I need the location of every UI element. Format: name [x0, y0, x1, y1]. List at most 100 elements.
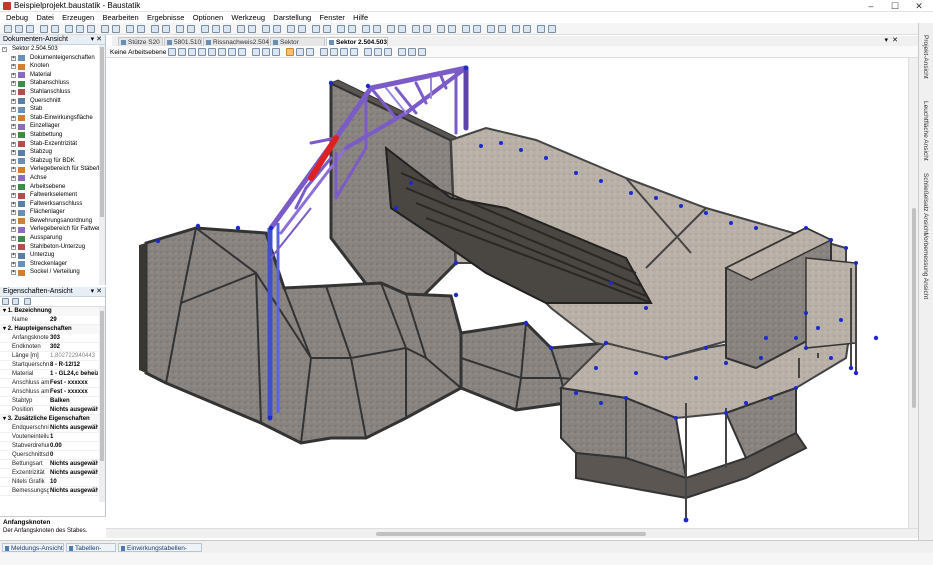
hinge-tool-icon[interactable] [462, 25, 470, 33]
tree-item[interactable]: + Stabzug für BDK [0, 157, 105, 166]
view-cube-icon[interactable] [122, 68, 152, 98]
tree-item[interactable]: + Faltwerkselement [0, 191, 105, 200]
expand-icon[interactable]: + [11, 270, 16, 276]
property-value[interactable]: 0 [50, 451, 98, 459]
property-row[interactable]: Anschluss am Fest - xxxxxx [0, 379, 105, 388]
property-pages-icon[interactable] [24, 298, 31, 305]
expand-icon[interactable]: + [11, 201, 16, 207]
alphabetical-sort-icon[interactable] [12, 298, 19, 305]
expand-icon[interactable]: + [11, 64, 16, 70]
support-tool-icon[interactable] [223, 25, 231, 33]
frame-tool-icon[interactable] [423, 25, 431, 33]
view-iso-2-icon[interactable] [330, 48, 338, 56]
split-tool-icon[interactable] [537, 25, 545, 33]
doctab-5801[interactable]: 5801.510 [164, 37, 202, 46]
zoom-extents-icon[interactable] [208, 48, 216, 56]
expand-icon[interactable]: + [11, 124, 16, 130]
property-value[interactable]: 303 [50, 334, 98, 342]
property-scrollbar-thumb[interactable] [100, 311, 104, 461]
orbit-icon[interactable] [238, 48, 246, 56]
zoom-in-icon[interactable] [178, 48, 186, 56]
property-row[interactable]: Nitels Grafik 10 [0, 478, 105, 487]
view-front-icon[interactable] [252, 48, 260, 56]
menu-bearbeiten[interactable]: Bearbeiten [99, 12, 141, 23]
property-section-header[interactable]: ▾ 3. Zusätzliche Eigenschaften [0, 415, 105, 424]
property-value[interactable]: Nichts ausgewähl [50, 487, 98, 495]
screenshot-icon[interactable] [398, 48, 406, 56]
property-row[interactable]: Vouteneinteilung1 [0, 433, 105, 442]
view-iso-4-icon[interactable] [350, 48, 358, 56]
tree-item[interactable]: + Dokumenteigenschaften [0, 54, 105, 63]
mirror-tool-icon[interactable] [512, 25, 520, 33]
expand-icon[interactable]: + [11, 175, 16, 181]
doctab-stuetze[interactable]: Stütze S20 [118, 37, 163, 46]
expand-icon[interactable]: + [11, 89, 16, 95]
opening-tool-icon[interactable] [323, 25, 331, 33]
tree-item[interactable]: + Stahlbeton-Unterzug [0, 243, 105, 252]
tree-item[interactable]: + Verlegebereich für Faltwerl [0, 225, 105, 234]
menu-hilfe[interactable]: Hilfe [350, 12, 371, 23]
expand-icon[interactable]: + [11, 81, 16, 87]
expand-icon[interactable]: + [11, 132, 16, 138]
join-tool-icon[interactable] [548, 25, 556, 33]
property-row[interactable]: Position Nichts ausgewähl [0, 406, 105, 415]
expand-icon[interactable]: + [11, 253, 16, 259]
structure-3d-model[interactable] [106, 58, 918, 528]
member-tool-icon[interactable] [212, 25, 220, 33]
menu-werkzeug[interactable]: Werkzeug [228, 12, 268, 23]
railtab-projekt[interactable]: Projekt-Ansicht [922, 35, 929, 79]
property-row[interactable]: Länge [m] 1,802722940443 [0, 352, 105, 361]
maximize-button[interactable]: ☐ [884, 0, 906, 12]
doctab-rissnachweis[interactable]: Rissnachweis2.504 [203, 37, 269, 46]
tree-item[interactable]: + Knoten [0, 62, 105, 71]
connection-tool-icon[interactable] [287, 25, 295, 33]
results-icon[interactable] [162, 25, 170, 33]
viewport-horizontal-scroll-thumb[interactable] [376, 532, 646, 536]
tree-item[interactable]: + Stab-Einwirkungsfläche [0, 114, 105, 123]
btab-einwirkungstabellen[interactable]: Einwirkungstabellen-Ansicht [118, 543, 202, 561]
expand-icon[interactable]: + [11, 193, 16, 199]
section-tool-icon[interactable] [262, 25, 270, 33]
tree-scrollbar[interactable] [99, 45, 105, 285]
tree-item[interactable]: + Stabzug [0, 148, 105, 157]
open-folder-icon[interactable] [15, 25, 23, 33]
property-value[interactable]: Fest - xxxxxx [50, 379, 98, 387]
pan-icon[interactable] [218, 48, 226, 56]
tree-item[interactable]: + Verlegebereich für Stäbe/L [0, 165, 105, 174]
property-value[interactable]: Nichts ausgewähl [50, 460, 98, 468]
tree-item[interactable]: + Material [0, 71, 105, 80]
menu-darstellung[interactable]: Darstellung [270, 12, 314, 23]
expand-icon[interactable]: + [11, 115, 16, 121]
property-value[interactable]: Nichts ausgewähl [50, 424, 98, 432]
btab-tabellen[interactable]: Tabellen-Ansicht [66, 543, 116, 561]
tree-item[interactable]: + Arbeitsebene [0, 183, 105, 192]
print-icon[interactable] [40, 25, 48, 33]
tree-item[interactable]: + Stabbettung [0, 131, 105, 140]
property-row[interactable]: BemessungsgruppeNichts ausgewähl [0, 487, 105, 496]
tree-root[interactable]: - Sektor 2.504.503 [0, 45, 105, 54]
clip-view-icon[interactable] [374, 48, 382, 56]
menu-ergebnisse[interactable]: Ergebnisse [144, 12, 188, 23]
expand-icon[interactable]: + [11, 218, 16, 224]
section-view-icon[interactable] [364, 48, 372, 56]
array-tool-icon[interactable] [523, 25, 531, 33]
view-top-icon[interactable] [272, 48, 280, 56]
node-tool-icon[interactable] [201, 25, 209, 33]
print-preview-icon[interactable] [51, 25, 59, 33]
table-icon[interactable] [187, 25, 195, 33]
rotate-icon[interactable] [228, 48, 236, 56]
property-value[interactable]: 29 [50, 316, 98, 324]
property-row[interactable]: Endquerschnitt Nichts ausgewähl [0, 424, 105, 433]
help-icon[interactable] [418, 48, 426, 56]
property-row[interactable]: Startquerschnitt8 - R-12/12 [0, 361, 105, 370]
menu-debug[interactable]: Debug [3, 12, 31, 23]
btab-meldungen[interactable]: Meldungs-Ansicht [2, 543, 64, 552]
dimension-tool-icon[interactable] [348, 25, 356, 33]
column-tool-icon[interactable] [398, 25, 406, 33]
model-3d-viewport[interactable] [106, 58, 918, 528]
expand-icon[interactable]: + [11, 98, 16, 104]
grid-icon[interactable] [176, 25, 184, 33]
render-mode-icon[interactable] [286, 48, 294, 56]
expand-icon[interactable]: + [11, 55, 16, 61]
property-row[interactable]: Anschluss am Fest - xxxxxx [0, 388, 105, 397]
